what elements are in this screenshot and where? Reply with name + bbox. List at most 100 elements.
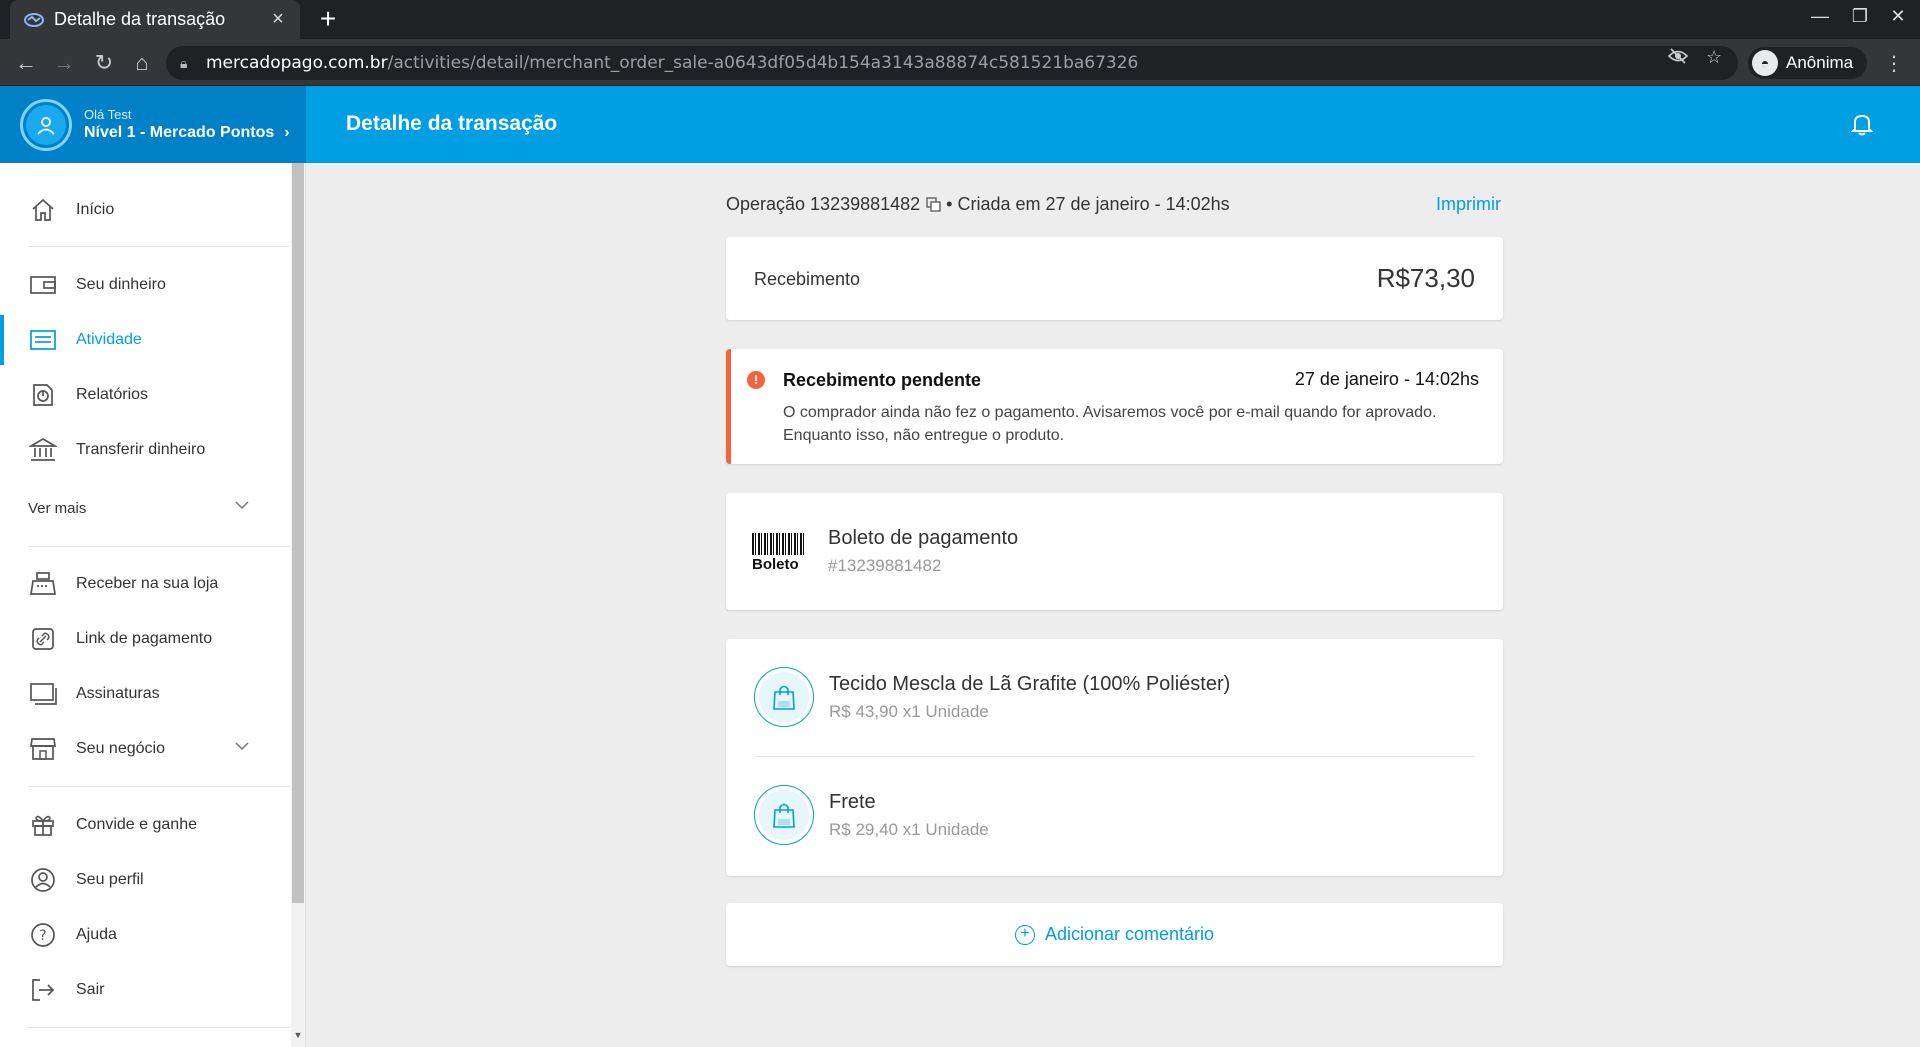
sidebar-item-transferir-dinheiro[interactable]: Transferir dinheiro — [0, 425, 290, 475]
store-icon — [28, 734, 58, 764]
add-comment-label: Adicionar comentário — [1044, 924, 1215, 944]
item-detail: R$ 29,40 x1 Unidade — [829, 820, 989, 839]
alert-icon: ! — [747, 371, 765, 389]
reload-icon[interactable]: ↻ — [88, 47, 120, 79]
browser-tab[interactable]: Detalhe da transação × — [10, 0, 300, 39]
subscriptions-icon — [28, 679, 58, 709]
pending-title: Recebimento pendente — [783, 370, 982, 390]
sidebar-item-seu-negocio[interactable]: Seu negócio — [0, 724, 290, 774]
operation-number: Operação 13239881482 — [726, 194, 921, 214]
notifications-bell-icon[interactable] — [1848, 110, 1876, 138]
sidebar-item-label: Receber na sua loja — [76, 575, 219, 592]
svg-text:?: ? — [39, 928, 46, 944]
sidebar-item-label: Assinaturas — [76, 685, 160, 702]
receipt-card: Recebimento R$73,30 — [726, 237, 1503, 320]
sidebar-item-assinaturas[interactable]: Assinaturas — [0, 669, 290, 719]
incognito-profile[interactable]: ◓ Anônima — [1748, 47, 1868, 79]
operation-created: • Criada em 27 de janeiro - 14:02hs — [946, 194, 1230, 214]
user-greeting: Olá Test — [84, 107, 132, 122]
item-detail: R$ 43,90 x1 Unidade — [829, 702, 989, 721]
sidebar: Início Seu dinheiro Atividade Relatórios… — [0, 163, 306, 1047]
tab-title: Detalhe da transação — [54, 9, 226, 29]
sidebar-item-inicio[interactable]: Início — [0, 185, 290, 235]
sidebar-item-atividade[interactable]: Atividade — [0, 315, 290, 365]
sidebar-item-label: Link de pagamento — [76, 630, 213, 647]
items-card: Tecido Mescla de Lã Grafite (100% Poliés… — [726, 639, 1503, 876]
sidebar-item-label: Relatórios — [76, 386, 149, 403]
boleto-logo-text: Boleto — [752, 556, 799, 573]
url-host: mercadopago.com.br — [206, 53, 388, 73]
sidebar-scroll-thumb[interactable] — [292, 163, 304, 903]
sidebar-item-label: Sair — [76, 981, 105, 998]
pending-description: O comprador ainda não fez o pagamento. A… — [783, 404, 1437, 444]
logout-icon — [28, 975, 58, 1005]
wallet-icon — [28, 270, 58, 300]
gift-icon — [28, 810, 58, 840]
user-menu[interactable]: Olá Test Nível 1 - Mercado Pontos › — [0, 86, 306, 163]
bank-icon — [28, 435, 58, 465]
sidebar-item-seu-dinheiro[interactable]: Seu dinheiro — [0, 260, 290, 310]
pending-alert-card: ! Recebimento pendente 27 de janeiro - 1… — [726, 349, 1503, 464]
sidebar-item-relatorios[interactable]: Relatórios — [0, 370, 290, 420]
address-bar[interactable]: 🔒︎ mercadopago.com.br/activities/detail/… — [166, 46, 1738, 80]
lock-icon: 🔒︎ — [180, 54, 188, 71]
payment-method-card: Boleto Boleto de pagamento #13239881482 — [726, 493, 1503, 610]
incognito-icon: ◓ — [1752, 50, 1778, 76]
forward-icon[interactable]: → — [48, 47, 80, 79]
sidebar-item-seu-perfil[interactable]: Seu perfil — [0, 855, 290, 905]
close-window-icon[interactable]: ✕ — [1883, 6, 1913, 27]
sidebar-item-label: Atividade — [76, 331, 142, 348]
home-browser-icon[interactable]: ⌂ — [126, 47, 158, 79]
boleto-logo: Boleto — [752, 533, 808, 573]
sidebar-item-label: Seu negócio — [76, 740, 165, 757]
barcode-icon — [752, 533, 806, 555]
item-title: Tecido Mescla de Lã Grafite (100% Poliés… — [829, 673, 1231, 695]
eye-off-icon[interactable] — [1667, 47, 1689, 70]
shopping-bag-icon — [754, 785, 814, 845]
back-icon[interactable]: ← — [10, 47, 42, 79]
sidebar-item-convide-e-ganhe[interactable]: Convide e ganhe — [0, 800, 290, 850]
operation-info: Operação 13239881482 • Criada em 27 de j… — [726, 194, 1230, 215]
browser-toolbar: ← → ↻ ⌂ 🔒︎ mercadopago.com.br/activities… — [0, 39, 1920, 86]
sidebar-item-ajuda[interactable]: ? Ajuda — [0, 910, 290, 960]
browser-tab-strip: Detalhe da transação × + — ❐ ✕ — [0, 0, 1920, 39]
sidebar-item-label: Ver mais — [28, 499, 87, 517]
receipt-amount: R$73,30 — [1376, 263, 1475, 293]
bookmark-star-icon[interactable]: ☆ — [1706, 47, 1722, 68]
user-level: Nível 1 - Mercado Pontos › — [84, 124, 290, 141]
sidebar-divider — [28, 1027, 290, 1028]
sidebar-item-receber-na-sua-loja[interactable]: Receber na sua loja — [0, 559, 290, 609]
link-icon — [28, 624, 58, 654]
chevron-right-icon: › — [284, 124, 290, 141]
print-link[interactable]: Imprimir — [1436, 194, 1501, 215]
minimize-icon[interactable]: — — [1805, 6, 1835, 27]
copy-icon[interactable] — [926, 196, 942, 213]
help-icon: ? — [28, 920, 58, 950]
sidebar-item-label: Ajuda — [76, 926, 117, 943]
sidebar-item-link-de-pagamento[interactable]: Link de pagamento — [0, 614, 290, 664]
chevron-down-icon — [234, 738, 250, 754]
sidebar-item-ver-mais[interactable]: Ver mais — [0, 483, 290, 533]
home-icon — [28, 195, 58, 225]
page-title: Detalhe da transação — [346, 112, 558, 135]
add-comment-button[interactable]: + Adicionar comentário — [726, 903, 1503, 966]
chevron-down-icon — [234, 497, 250, 513]
app-header: Olá Test Nível 1 - Mercado Pontos › Detal… — [0, 86, 1920, 163]
user-icon — [28, 865, 58, 895]
user-avatar-icon — [37, 116, 55, 135]
sidebar-divider — [28, 546, 290, 547]
sidebar-item-label: Início — [76, 201, 115, 218]
sidebar-item-label: Transferir dinheiro — [76, 441, 206, 458]
scroll-down-arrow-icon[interactable]: ▼ — [292, 1030, 304, 1040]
mercadopago-favicon-icon — [24, 12, 46, 28]
sidebar-item-sair[interactable]: Sair — [0, 965, 290, 1015]
report-icon — [28, 380, 58, 410]
pending-date: 27 de janeiro - 14:02hs — [1294, 369, 1479, 389]
new-tab-icon[interactable]: + — [314, 5, 342, 33]
restore-icon[interactable]: ❐ — [1845, 6, 1875, 27]
browser-menu-icon[interactable]: ⋮ — [1884, 51, 1904, 76]
cash-register-icon — [28, 569, 58, 599]
sidebar-item-label: Seu perfil — [76, 871, 144, 888]
payment-method-title: Boleto de pagamento — [828, 527, 1019, 549]
tab-close-icon[interactable]: × — [268, 8, 288, 31]
